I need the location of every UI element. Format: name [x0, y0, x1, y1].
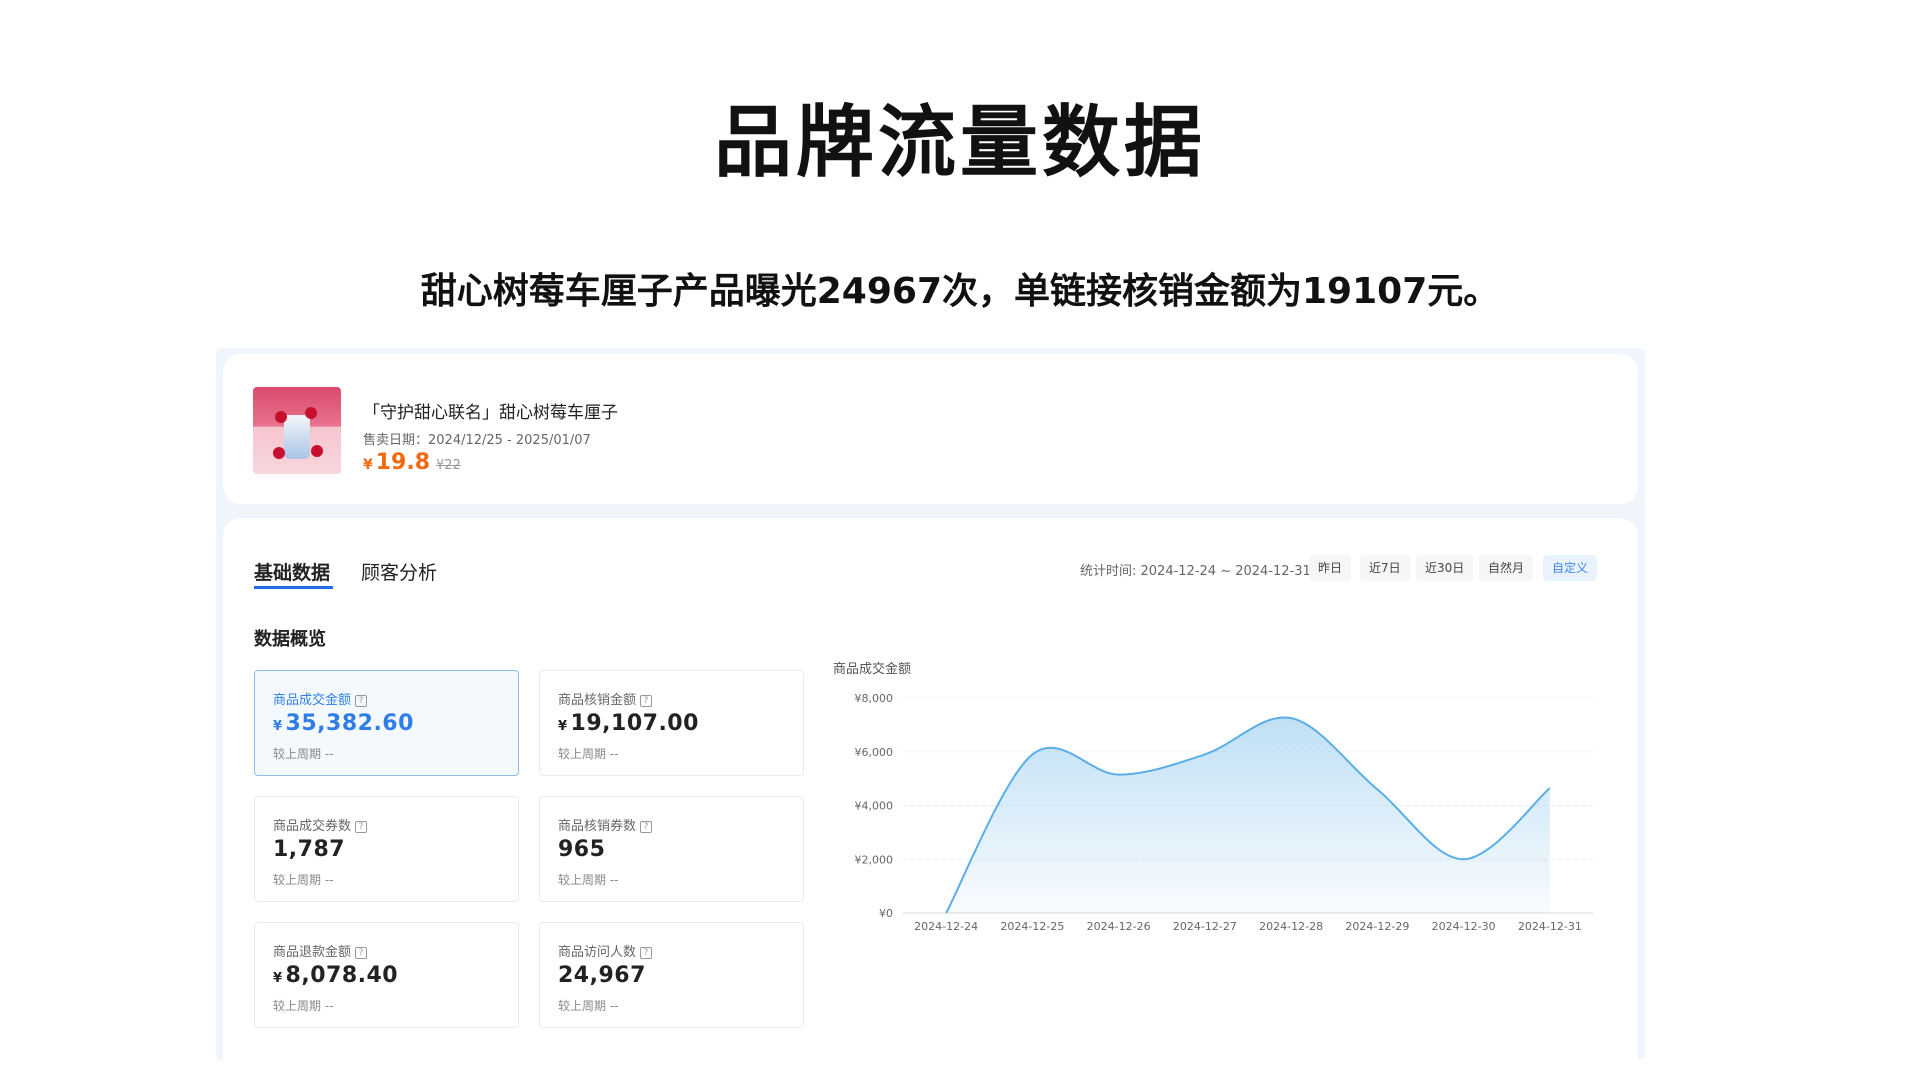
dashboard-screenshot: 「守护甜心联名」甜心树莓车厘子 售卖日期：2024/12/25 - 2025/0…: [216, 348, 1645, 1060]
x-tick-label: 2024-12-28: [1259, 920, 1323, 933]
period-label: 统计时间: 2024-12-24 ~ 2024-12-31: [1080, 564, 1311, 579]
metric-value: 35,382.60: [285, 711, 414, 736]
x-tick-label: 2024-12-25: [1000, 920, 1064, 933]
metric-compare: 较上周期 --: [273, 873, 334, 887]
overview-title: 数据概览: [254, 629, 326, 650]
help-icon[interactable]: ?: [355, 821, 368, 833]
y-tick-label: ¥4,000: [855, 800, 894, 813]
product-card: 「守护甜心联名」甜心树莓车厘子 售卖日期：2024/12/25 - 2025/0…: [223, 354, 1638, 504]
currency-symbol: ¥: [273, 971, 283, 986]
y-tick-label: ¥0: [879, 907, 893, 920]
price-row: ¥ 19.8 ¥22: [363, 450, 461, 475]
metric-label: 商品核销券数: [558, 819, 637, 834]
metric-compare: 较上周期 --: [273, 999, 334, 1013]
series-area: [946, 717, 1550, 913]
help-icon[interactable]: ?: [355, 695, 368, 707]
metric-card[interactable]: 商品成交金额? ¥35,382.60 较上周期 --: [254, 670, 519, 776]
help-icon[interactable]: ?: [640, 695, 653, 707]
metric-compare: 较上周期 --: [273, 747, 334, 761]
metric-label: 商品核销金额: [558, 693, 637, 708]
currency-symbol: ¥: [363, 457, 373, 473]
y-tick-label: ¥8,000: [855, 692, 894, 705]
metric-card[interactable]: 商品退款金额? ¥8,078.40 较上周期 --: [254, 922, 519, 1028]
metric-card[interactable]: 商品核销金额? ¥19,107.00 较上周期 --: [539, 670, 804, 776]
period-month-button[interactable]: 自然月: [1479, 555, 1534, 581]
x-tick-label: 2024-12-30: [1432, 920, 1496, 933]
metric-value: 965: [558, 837, 606, 862]
metric-card[interactable]: 商品核销券数? 965 较上周期 --: [539, 796, 804, 902]
metric-value: 1,787: [273, 837, 346, 862]
metric-value: 19,107.00: [570, 711, 699, 736]
sale-date: 售卖日期：2024/12/25 - 2025/01/07: [363, 433, 591, 448]
x-tick-label: 2024-12-31: [1518, 920, 1582, 933]
metric-card[interactable]: 商品访问人数? 24,967 较上周期 --: [539, 922, 804, 1028]
period-30days-button[interactable]: 近30日: [1416, 555, 1474, 581]
help-icon[interactable]: ?: [355, 947, 368, 959]
page-subtitle: 甜心树莓车厘子产品曝光24967次，单链接核销金额为19107元。: [420, 271, 1500, 312]
x-tick-label: 2024-12-29: [1345, 920, 1409, 933]
product-name: 「守护甜心联名」甜心树莓车厘子: [363, 403, 618, 423]
tab-customer-analysis[interactable]: 顾客分析: [361, 558, 437, 585]
original-price: ¥22: [436, 458, 461, 473]
chart-title: 商品成交金额: [833, 662, 912, 677]
period-7days-button[interactable]: 近7日: [1360, 555, 1410, 581]
currency-symbol: ¥: [273, 719, 283, 734]
metric-compare: 较上周期 --: [558, 999, 619, 1013]
period-custom-button[interactable]: 自定义: [1543, 555, 1598, 581]
metric-card[interactable]: 商品成交券数? 1,787 较上周期 --: [254, 796, 519, 902]
metric-label: 商品访问人数: [558, 945, 637, 960]
trend-chart: 商品成交金额 ¥8,000 ¥6,000 ¥4,000 ¥2,000 ¥0 2024-12…: [833, 658, 1623, 1058]
active-tab-indicator: [254, 586, 333, 589]
metric-label: 商品成交券数: [273, 819, 352, 834]
currency-symbol: ¥: [558, 719, 568, 734]
product-thumbnail: [253, 387, 341, 474]
metric-compare: 较上周期 --: [558, 873, 619, 887]
metric-compare: 较上周期 --: [558, 747, 619, 761]
metric-label: 商品成交金额: [273, 693, 352, 708]
period-yesterday-button[interactable]: 昨日: [1309, 555, 1352, 581]
data-panel: 基础数据 顾客分析 统计时间: 2024-12-24 ~ 2024-12-31 …: [223, 518, 1638, 1060]
page-title: 品牌流量数据: [713, 98, 1206, 188]
x-tick-label: 2024-12-27: [1173, 920, 1237, 933]
product-price: 19.8: [375, 450, 431, 475]
x-tick-label: 2024-12-26: [1087, 920, 1151, 933]
x-tick-label: 2024-12-24: [914, 920, 978, 933]
metric-value: 8,078.40: [285, 963, 399, 988]
metric-label: 商品退款金额: [273, 945, 352, 960]
y-tick-label: ¥6,000: [855, 746, 894, 759]
help-icon[interactable]: ?: [640, 821, 653, 833]
metric-value: 24,967: [558, 963, 646, 988]
chart-svg: ¥8,000 ¥6,000 ¥4,000 ¥2,000 ¥0 2024-12-24 2024…: [855, 692, 1593, 933]
tab-basic-data[interactable]: 基础数据: [254, 558, 330, 585]
y-tick-label: ¥2,000: [855, 853, 894, 866]
help-icon[interactable]: ?: [640, 947, 653, 959]
